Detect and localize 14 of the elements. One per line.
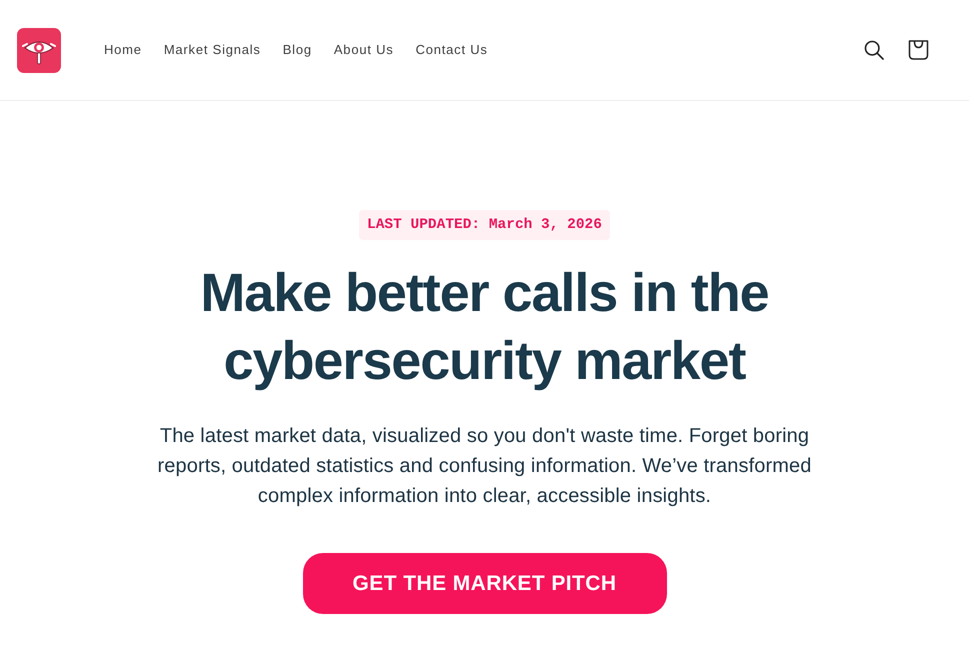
last-updated-badge: LAST UPDATED: March 3, 2026 [359, 210, 610, 240]
nav-link[interactable]: Blog [282, 40, 312, 60]
nav-link[interactable]: About Us [334, 40, 394, 60]
eye-logo-icon[interactable] [17, 28, 61, 72]
shopping-bag-icon [908, 40, 929, 60]
hero-description: The latest market data, visualized so you don't waste time. Forget boring reports, outdated statistics and confusing information. We’ve transformed complex information into clear, accessible insights. [156, 424, 812, 509]
nav-link[interactable]: Market Signals [164, 40, 261, 60]
nav-link[interactable]: Home [104, 40, 142, 60]
nav-link[interactable]: Contact Us [416, 40, 488, 60]
market-pitch-button[interactable]: GET THE MARKET PITCH [302, 553, 666, 614]
search-icon [864, 40, 884, 60]
search-button[interactable] [864, 40, 884, 60]
hero-heading: Make better calls in the cybersecurity market [199, 262, 770, 393]
cart-button[interactable] [908, 40, 929, 60]
